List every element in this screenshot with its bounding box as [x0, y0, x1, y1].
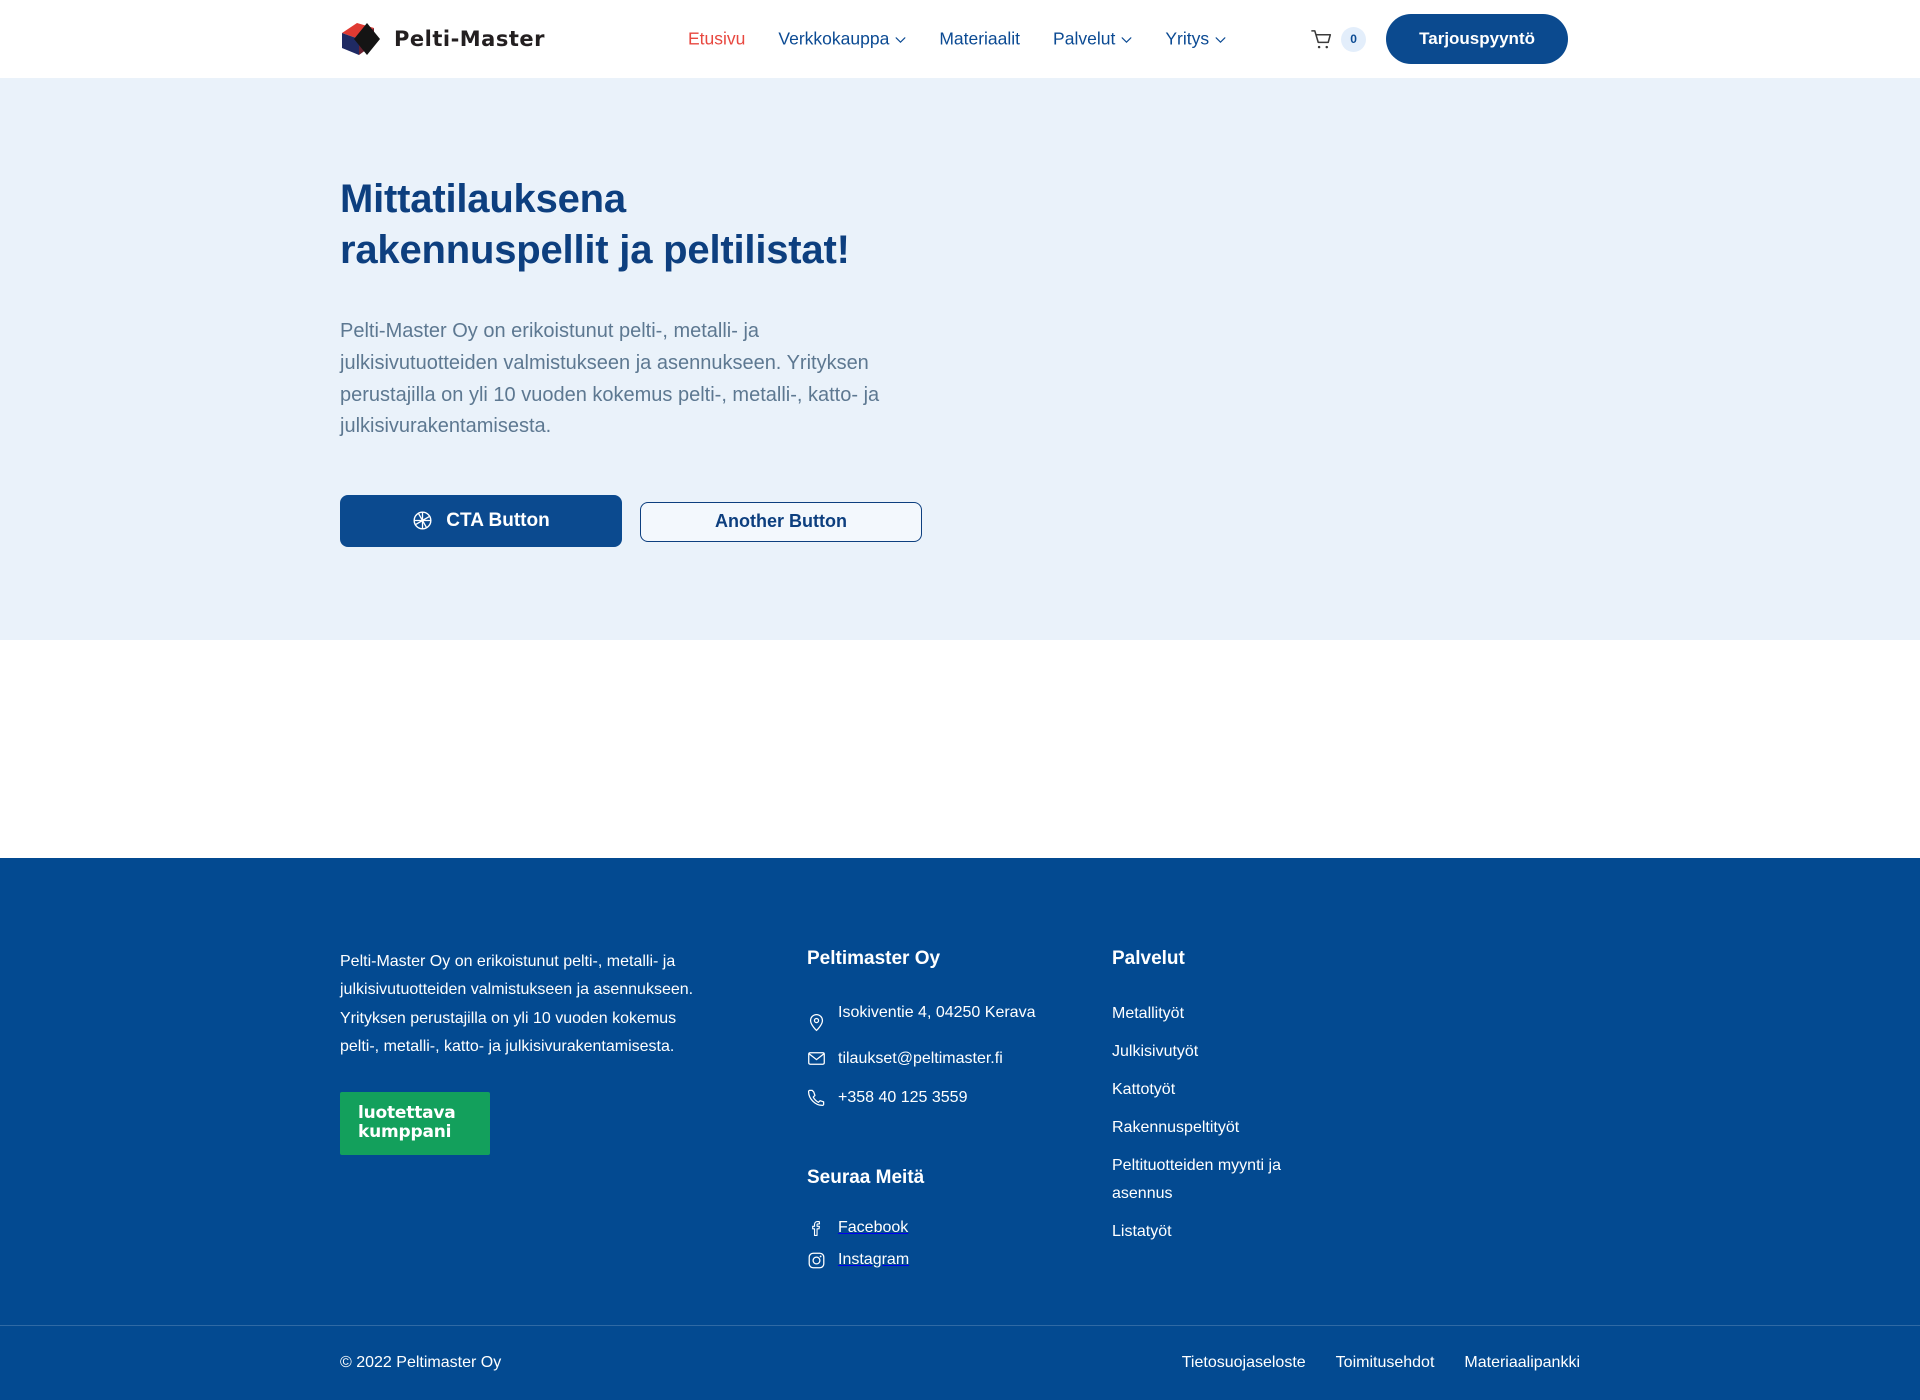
nav-item-verkkokauppa[interactable]: Verkkokauppa — [778, 29, 906, 50]
tarjouspyynto-button[interactable]: Tarjouspyyntö — [1386, 14, 1568, 64]
footer-bottom-bar: © 2022 Peltimaster Oy Tietosuojaseloste … — [0, 1325, 1920, 1400]
footer-services-column: Palvelut Metallityöt Julkisivutyöt Katto… — [1112, 948, 1412, 1283]
footer-address-row[interactable]: Isokiventie 4, 04250 Kerava — [807, 1000, 1112, 1032]
social-label: Instagram — [838, 1251, 910, 1269]
page-root: Pelti-Master Etusivu Verkkokauppa Materi… — [0, 0, 1920, 1400]
main-navigation: Etusivu Verkkokauppa Materiaalit Palvelu… — [688, 29, 1226, 50]
service-link-peltituotteiden-myynti-ja-asennus[interactable]: Peltituotteiden myynti ja asennus — [1112, 1152, 1342, 1208]
legal-link-materiaalipankki[interactable]: Materiaalipankki — [1464, 1354, 1580, 1372]
chevron-down-icon — [1121, 37, 1132, 43]
footer-social-heading: Seuraa Meitä — [807, 1166, 925, 1188]
hero-paragraph: Pelti-Master Oy on erikoistunut pelti-, … — [340, 320, 880, 438]
hero-heading-line-2: rakennuspellit ja peltilistat! — [340, 228, 850, 273]
hero-heading: Mittatilauksena rakennuspellit ja peltil… — [340, 174, 980, 276]
cta-button-label: CTA Button — [446, 509, 550, 531]
nav-item-materiaalit[interactable]: Materiaalit — [939, 29, 1020, 50]
hero-section: Mittatilauksena rakennuspellit ja peltil… — [0, 78, 1920, 640]
site-header: Pelti-Master Etusivu Verkkokauppa Materi… — [0, 0, 1920, 78]
hero-heading-line-1: Mittatilauksena — [340, 177, 626, 221]
footer-columns: Pelti-Master Oy on erikoistunut pelti-, … — [340, 948, 1412, 1283]
location-pin-icon — [809, 1013, 824, 1032]
content-spacer — [0, 640, 1920, 858]
footer-contact-column: Peltimaster Oy Isokiventie 4, 04250 Kera… — [807, 948, 1112, 1283]
footer-services-heading: Palvelut — [1112, 948, 1185, 969]
hero-content: Mittatilauksena rakennuspellit ja peltil… — [340, 174, 980, 547]
service-link-rakennuspeltityot[interactable]: Rakennuspeltityöt — [1112, 1114, 1342, 1142]
footer-email-text: tilaukset@peltimaster.fi — [838, 1050, 1003, 1067]
copyright-text: © 2022 Peltimaster Oy — [340, 1354, 502, 1371]
nav-label: Palvelut — [1053, 28, 1116, 49]
footer-phone-text: +358 40 125 3559 — [838, 1089, 968, 1107]
footer-email-row[interactable]: tilaukset@peltimaster.fi — [807, 1046, 1112, 1071]
aperture-icon — [413, 511, 432, 530]
cart-count-badge: 0 — [1341, 26, 1367, 52]
legal-link-toimitusehdot[interactable]: Toimitusehdot — [1336, 1354, 1435, 1372]
pelti-master-cube-logo-icon — [342, 23, 380, 55]
service-link-kattotyot[interactable]: Kattotyöt — [1112, 1076, 1342, 1104]
legal-link-tietosuojaseloste[interactable]: Tietosuojaseloste — [1182, 1354, 1306, 1372]
nav-label: Verkkokauppa — [778, 28, 890, 49]
service-link-metallityot[interactable]: Metallityöt — [1112, 1000, 1342, 1028]
site-footer: Pelti-Master Oy on erikoistunut pelti-, … — [0, 858, 1920, 1400]
another-button[interactable]: Another Button — [640, 501, 922, 542]
luotettava-kumppani-badge: luotettava kumppani — [340, 1091, 490, 1155]
header-actions: 0 Tarjouspyyntö — [1310, 14, 1568, 64]
instagram-icon — [808, 1252, 825, 1268]
trust-badge-line-2: kumppani — [358, 1122, 452, 1143]
chevron-down-icon — [895, 37, 906, 43]
chevron-down-icon — [1215, 37, 1226, 43]
social-link-instagram[interactable]: Instagram — [807, 1251, 1112, 1270]
footer-about-text: Pelti-Master Oy on erikoistunut pelti-, … — [340, 953, 694, 1056]
social-label: Facebook — [838, 1219, 909, 1237]
cta-button[interactable]: CTA Button — [340, 494, 622, 547]
footer-legal-links: Tietosuojaseloste Toimitusehdot Materiaa… — [1182, 1354, 1580, 1372]
nav-label: Etusivu — [688, 28, 746, 49]
social-link-facebook[interactable]: Facebook — [807, 1219, 1112, 1238]
site-logo[interactable]: Pelti-Master — [340, 21, 545, 57]
shopping-cart-icon — [1311, 29, 1332, 48]
footer-address-text: Isokiventie 4, 04250 Kerava — [838, 1004, 1036, 1021]
service-link-julkisivutyot[interactable]: Julkisivutyöt — [1112, 1038, 1342, 1066]
footer-phone-row[interactable]: +358 40 125 3559 — [807, 1085, 1112, 1110]
nav-label: Yritys — [1165, 28, 1210, 49]
phone-icon — [807, 1090, 825, 1107]
service-link-listatyot[interactable]: Listatyöt — [1112, 1218, 1342, 1246]
nav-item-palvelut[interactable]: Palvelut — [1053, 29, 1132, 50]
footer-contact-heading: Peltimaster Oy — [807, 948, 941, 969]
envelope-icon — [808, 1052, 825, 1065]
nav-label: Materiaalit — [939, 28, 1021, 49]
hero-button-group: CTA Button Another Button — [340, 494, 980, 547]
logo-wordmark: Pelti-Master — [394, 27, 545, 51]
nav-item-etusivu[interactable]: Etusivu — [688, 29, 745, 50]
trust-badge-line-1: luotettava — [358, 1102, 456, 1123]
cart-button[interactable]: 0 — [1310, 26, 1367, 52]
footer-about-column: Pelti-Master Oy on erikoistunut pelti-, … — [340, 948, 720, 1283]
nav-item-yritys[interactable]: Yritys — [1165, 29, 1226, 50]
facebook-icon — [812, 1220, 821, 1236]
